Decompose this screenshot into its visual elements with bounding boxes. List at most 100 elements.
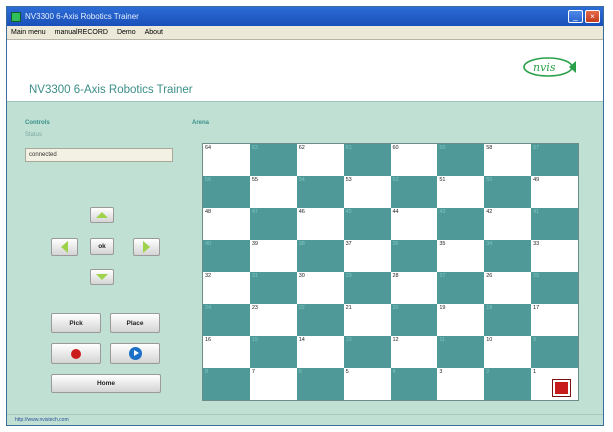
board-square[interactable]: 14 xyxy=(297,336,344,368)
pick-button[interactable]: Pick xyxy=(51,313,101,333)
square-number: 19 xyxy=(439,305,446,311)
board-square[interactable]: 31 xyxy=(249,272,297,304)
board-square[interactable]: 10 xyxy=(484,336,531,368)
board-square[interactable]: 55 xyxy=(250,176,297,208)
record-button[interactable] xyxy=(51,343,101,364)
menu-demo[interactable]: Demo xyxy=(117,29,136,36)
square-number: 61 xyxy=(345,145,352,151)
board-square[interactable]: 43 xyxy=(437,208,485,240)
close-button[interactable]: × xyxy=(585,10,600,23)
board-square[interactable]: 61 xyxy=(343,144,391,176)
window-controls: _ × xyxy=(568,10,603,23)
board-square[interactable]: 52 xyxy=(390,176,438,208)
title-bar[interactable]: NV3300 6-Axis Robotics Trainer _ × xyxy=(7,7,603,26)
board-square[interactable]: 34 xyxy=(484,240,532,272)
board-square[interactable]: 2 xyxy=(484,368,532,400)
minimize-button[interactable]: _ xyxy=(568,10,583,23)
website-link[interactable]: http://www.nvistech.com xyxy=(15,417,69,423)
board-square[interactable]: 35 xyxy=(437,240,484,272)
nvis-logo: nvis xyxy=(523,57,576,77)
menu-manual-record[interactable]: manualRECORD xyxy=(55,29,108,36)
board-square[interactable]: 50 xyxy=(484,176,532,208)
board-square[interactable]: 17 xyxy=(531,304,578,336)
board-square[interactable]: 9 xyxy=(531,336,578,368)
board-square[interactable]: 22 xyxy=(296,304,344,336)
home-button[interactable]: Home xyxy=(51,374,161,393)
board-square[interactable]: 64 xyxy=(203,144,250,176)
board-square[interactable]: 18 xyxy=(484,304,532,336)
square-number: 59 xyxy=(439,145,446,151)
board-square[interactable]: 56 xyxy=(203,176,250,208)
board-square[interactable]: 15 xyxy=(249,336,297,368)
board-square[interactable]: 3 xyxy=(437,368,484,400)
board-square[interactable]: 19 xyxy=(437,304,484,336)
square-number: 3 xyxy=(439,369,443,375)
board-square[interactable]: 7 xyxy=(250,368,297,400)
menu-about[interactable]: About xyxy=(145,29,163,36)
board-square[interactable]: 16 xyxy=(203,336,250,368)
jog-left-button[interactable] xyxy=(51,238,78,256)
board-square[interactable]: 37 xyxy=(344,240,391,272)
board-square[interactable]: 62 xyxy=(297,144,344,176)
board-square[interactable]: 48 xyxy=(203,208,250,240)
board-square[interactable]: 33 xyxy=(531,240,578,272)
square-number: 8 xyxy=(205,369,209,375)
board-square[interactable]: 41 xyxy=(531,208,578,240)
board-square[interactable]: 30 xyxy=(297,272,344,304)
board-square[interactable]: 29 xyxy=(343,272,391,304)
board-square[interactable]: 23 xyxy=(250,304,297,336)
arrow-up-icon xyxy=(96,212,108,218)
play-button[interactable] xyxy=(110,343,160,364)
board-square[interactable]: 20 xyxy=(390,304,438,336)
board-square[interactable]: 24 xyxy=(203,304,250,336)
board-square[interactable]: 26 xyxy=(484,272,531,304)
square-number: 50 xyxy=(486,177,493,183)
jog-up-button[interactable] xyxy=(90,207,114,223)
board-square[interactable]: 32 xyxy=(203,272,250,304)
board-square[interactable]: 60 xyxy=(391,144,438,176)
board-square[interactable]: 58 xyxy=(484,144,531,176)
board-square[interactable]: 28 xyxy=(391,272,438,304)
board-square[interactable]: 12 xyxy=(391,336,438,368)
square-number: 45 xyxy=(345,209,352,215)
board-square[interactable]: 40 xyxy=(203,240,250,272)
place-button[interactable]: Place xyxy=(110,313,160,333)
board-square[interactable]: 6 xyxy=(296,368,344,400)
board-square[interactable]: 59 xyxy=(437,144,485,176)
record-icon xyxy=(71,348,81,359)
ok-button[interactable]: ok xyxy=(90,238,114,255)
board-square[interactable]: 57 xyxy=(531,144,578,176)
board-square[interactable]: 38 xyxy=(296,240,344,272)
square-number: 14 xyxy=(298,337,305,343)
square-number: 40 xyxy=(205,241,212,247)
board-square[interactable]: 46 xyxy=(297,208,344,240)
square-number: 5 xyxy=(345,369,349,375)
board-square[interactable]: 1 xyxy=(531,368,578,400)
square-number: 10 xyxy=(486,337,493,343)
board-square[interactable]: 49 xyxy=(531,176,578,208)
board-square[interactable]: 42 xyxy=(484,208,531,240)
square-number: 12 xyxy=(392,337,399,343)
board-square[interactable]: 44 xyxy=(391,208,438,240)
square-number: 25 xyxy=(533,273,540,279)
board-square[interactable]: 27 xyxy=(437,272,485,304)
board-square[interactable]: 53 xyxy=(344,176,391,208)
square-number: 62 xyxy=(298,145,305,151)
board-square[interactable]: 8 xyxy=(203,368,250,400)
board-square[interactable]: 47 xyxy=(249,208,297,240)
board-square[interactable]: 21 xyxy=(344,304,391,336)
board-square[interactable]: 25 xyxy=(531,272,578,304)
board-square[interactable]: 13 xyxy=(343,336,391,368)
board-square[interactable]: 63 xyxy=(249,144,297,176)
menu-main[interactable]: Main menu xyxy=(11,29,46,36)
board-square[interactable]: 11 xyxy=(437,336,485,368)
board-square[interactable]: 54 xyxy=(296,176,344,208)
board-square[interactable]: 36 xyxy=(390,240,438,272)
board-square[interactable]: 4 xyxy=(390,368,438,400)
board-square[interactable]: 39 xyxy=(250,240,297,272)
board-square[interactable]: 45 xyxy=(343,208,391,240)
jog-down-button[interactable] xyxy=(90,269,114,285)
board-square[interactable]: 5 xyxy=(344,368,391,400)
jog-right-button[interactable] xyxy=(133,238,160,256)
board-square[interactable]: 51 xyxy=(437,176,484,208)
